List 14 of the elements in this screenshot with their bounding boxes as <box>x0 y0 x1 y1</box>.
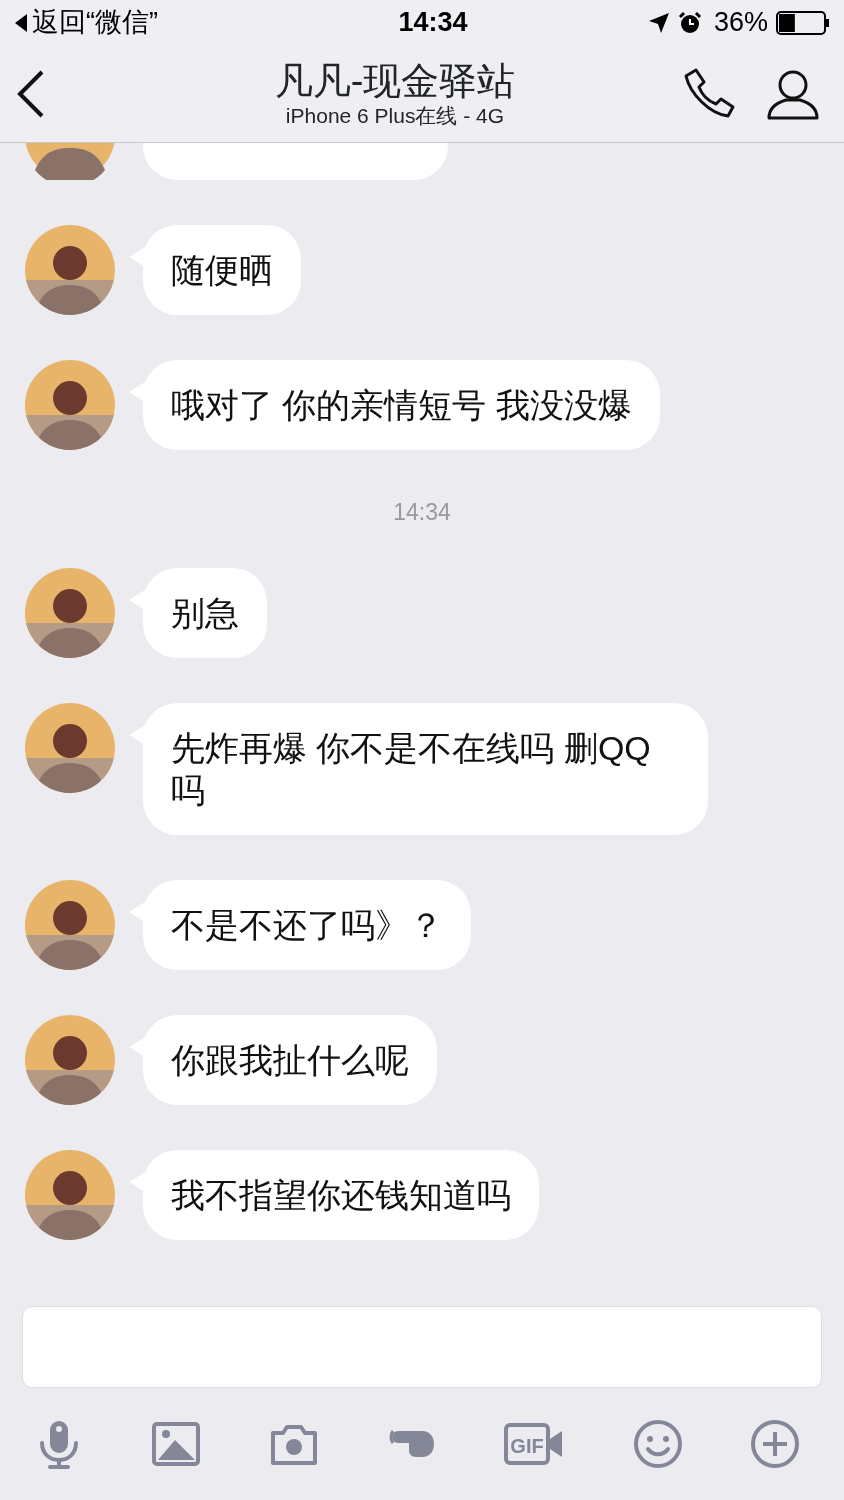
status-time: 14:34 <box>397 6 469 40</box>
location-arrow-icon <box>647 11 670 34</box>
timestamp: 14:34 <box>392 498 452 527</box>
battery-icon <box>776 9 830 36</box>
plus-icon[interactable] <box>750 1419 801 1469</box>
image-icon[interactable] <box>151 1419 202 1469</box>
back-to-app-link[interactable]: 返回“微信” <box>14 2 158 43</box>
back-triangle-icon <box>14 12 28 33</box>
alarm-clock-icon <box>677 10 702 35</box>
online-status: iPhone 6 Plus在线 - 4G <box>285 102 505 129</box>
message-input-field[interactable] <box>22 1306 822 1388</box>
smiley-icon[interactable] <box>632 1419 683 1469</box>
chat-title: 凡凡-现金驿站 <box>274 58 516 103</box>
battery-percentage: 36% <box>713 6 768 40</box>
